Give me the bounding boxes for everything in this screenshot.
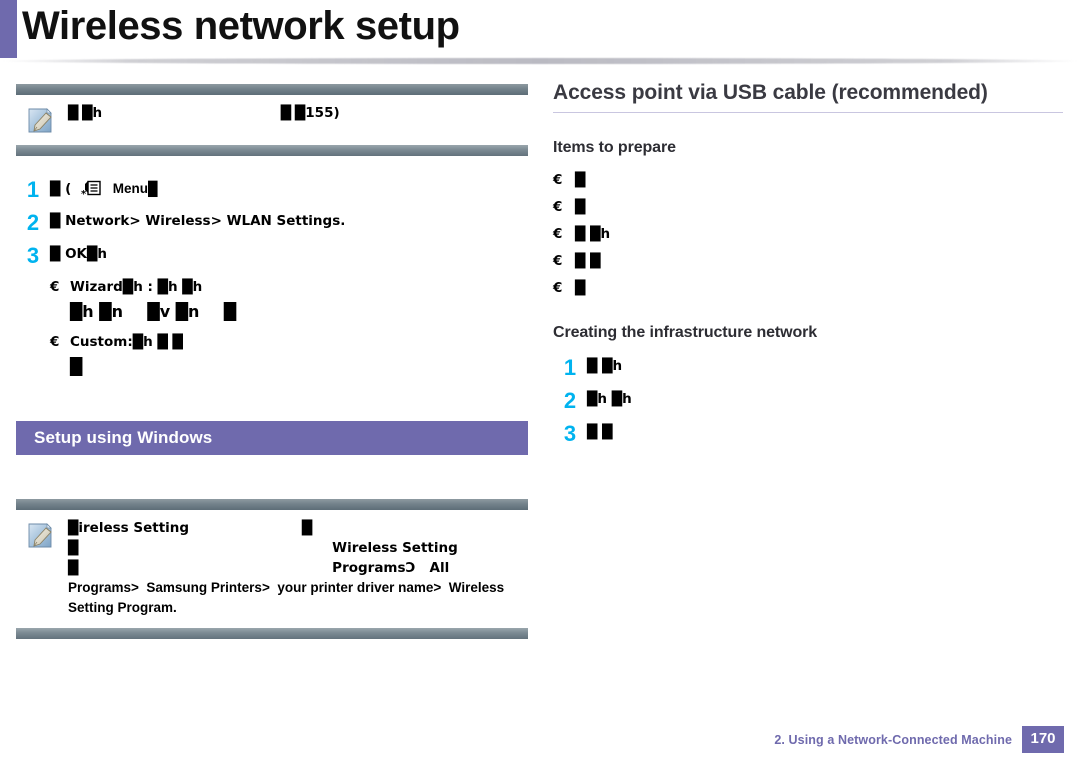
note-body: █ █h █ █155) bbox=[16, 95, 528, 145]
step-number: 3 bbox=[26, 243, 40, 268]
note-top-bar bbox=[16, 84, 528, 95]
sub-item-continuation: █v █n bbox=[147, 302, 200, 321]
list-item-text: █ █h bbox=[575, 226, 611, 242]
list-item: € █ bbox=[553, 171, 1065, 190]
note-line: █h █ bbox=[82, 105, 292, 121]
note-line: █ireless Setting █ bbox=[68, 520, 313, 536]
bullet-mark: € bbox=[553, 199, 563, 215]
left-steps-list: 1 █ ( * Menu█ 2 █ Network> Wireless> WLA… bbox=[16, 178, 528, 377]
step-text: █ █ bbox=[587, 424, 613, 440]
step-number: 1 bbox=[26, 177, 40, 202]
list-item-text: █ bbox=[575, 280, 586, 296]
header-accent-bar bbox=[0, 0, 17, 58]
sub-item-text: Wizard█h : █h █h bbox=[70, 279, 203, 295]
page-header: Wireless network setup bbox=[0, 0, 1080, 72]
list-item: € █ bbox=[553, 198, 1065, 217]
note-text: █ █h █ █155) bbox=[68, 103, 522, 123]
note-bottom-bar bbox=[16, 628, 528, 639]
right-column: Access point via USB cable (recommended)… bbox=[553, 80, 1065, 700]
left-column: █ █h █ █155) 1 █ (* Menu█ 2 █ Network> … bbox=[16, 84, 528, 704]
step-text: █h █h bbox=[587, 391, 632, 407]
step-item: 1 █ █h bbox=[553, 356, 1065, 379]
bottom-note-box: █ireless Setting █ █ Wireless Setting █ … bbox=[16, 499, 528, 639]
step-text: █ ( * Menu█ bbox=[50, 178, 528, 200]
bullet-mark: € bbox=[553, 280, 563, 296]
note-top-bar bbox=[16, 499, 528, 510]
sub-item-text: Custom:█h █ █ bbox=[70, 334, 183, 350]
step-number: 2 bbox=[26, 210, 40, 235]
page-number-badge: 170 bbox=[1022, 726, 1064, 753]
list-item-text: █ █ bbox=[575, 253, 601, 269]
note-line: Setting Program. bbox=[68, 600, 177, 615]
list-item-text: █ bbox=[575, 172, 586, 188]
step-item: 1 █ ( * Menu█ bbox=[16, 178, 528, 201]
note-line: █155) bbox=[294, 105, 340, 121]
sub-item: € Wizard█h : █h █h bbox=[50, 277, 528, 298]
note-line: █ ProgramsƆ All bbox=[68, 560, 450, 576]
bullet-mark: € bbox=[553, 226, 563, 242]
list-item: € █ bbox=[553, 279, 1065, 298]
right-steps-list: 1 █ █h 2 █h █h 3 █ █ bbox=[553, 356, 1065, 445]
step-number: 1 bbox=[563, 355, 577, 380]
step-item: 2 █ Network> Wireless> WLAN Settings. bbox=[16, 211, 528, 234]
subheading-creating-infrastructure-network: Creating the infrastructure network bbox=[553, 324, 818, 341]
sub-item-continuation: █ bbox=[223, 302, 237, 321]
sub-item: € Custom:█h █ █ bbox=[50, 332, 528, 353]
note-line: Programs> Samsung Printers> your printer… bbox=[68, 580, 505, 595]
page-footer: 2. Using a Network-Connected Machine 170 bbox=[774, 726, 1064, 753]
note-line: █ bbox=[68, 105, 79, 121]
footer-chapter-label: 2. Using a Network-Connected Machine bbox=[774, 732, 1012, 747]
top-note-box: █ █h █ █155) bbox=[16, 84, 528, 156]
step-label: Menu█ bbox=[112, 181, 158, 196]
step-number: 2 bbox=[563, 388, 577, 413]
note-pencil-icon bbox=[28, 523, 52, 548]
section-banner-setup-using-windows: Setup using Windows bbox=[16, 421, 528, 455]
sub-item-continuation: █ bbox=[70, 357, 83, 376]
section-heading-rule bbox=[553, 112, 1063, 113]
step-prefix: █ ( bbox=[50, 181, 72, 197]
note-line: █ Wireless Setting bbox=[68, 540, 458, 556]
step-item: 3 █ OK█h bbox=[16, 244, 528, 267]
sub-items-list: € Wizard█h : █h █h █h █n █v █n █ € Custo… bbox=[50, 277, 528, 377]
bullet-mark: € bbox=[553, 172, 563, 188]
sub-bullet-mark: € bbox=[50, 334, 60, 350]
step-number: 3 bbox=[563, 421, 577, 446]
header-divider bbox=[0, 58, 1080, 64]
step-text: █ Network> Wireless> WLAN Settings. bbox=[50, 213, 346, 229]
step-item: 2 █h █h bbox=[553, 389, 1065, 412]
sub-bullet-mark: € bbox=[50, 279, 60, 295]
bullet-mark: € bbox=[553, 253, 563, 269]
list-item-text: █ bbox=[575, 199, 586, 215]
list-item: € █ █ bbox=[553, 252, 1065, 271]
svg-text:*: * bbox=[81, 189, 87, 198]
items-to-prepare-list: € █ € █ € █ █h € █ █ € █ bbox=[553, 171, 1065, 298]
sub-item-continuation: █h █n bbox=[70, 302, 123, 321]
list-item: € █ █h bbox=[553, 225, 1065, 244]
section-heading-access-point: Access point via USB cable (recommended) bbox=[553, 81, 988, 104]
note-bottom-bar bbox=[16, 145, 528, 156]
note-pencil-icon bbox=[28, 108, 52, 133]
menu-list-icon: * bbox=[81, 180, 101, 198]
step-text: █ █h bbox=[587, 358, 623, 374]
page-title: Wireless network setup bbox=[22, 4, 460, 48]
step-text: █ OK█h bbox=[50, 246, 108, 262]
subheading-items-to-prepare: Items to prepare bbox=[553, 139, 676, 156]
note-body: █ireless Setting █ █ Wireless Setting █ … bbox=[16, 510, 528, 628]
step-item: 3 █ █ bbox=[553, 422, 1065, 445]
note-text: █ireless Setting █ █ Wireless Setting █ … bbox=[68, 518, 522, 618]
